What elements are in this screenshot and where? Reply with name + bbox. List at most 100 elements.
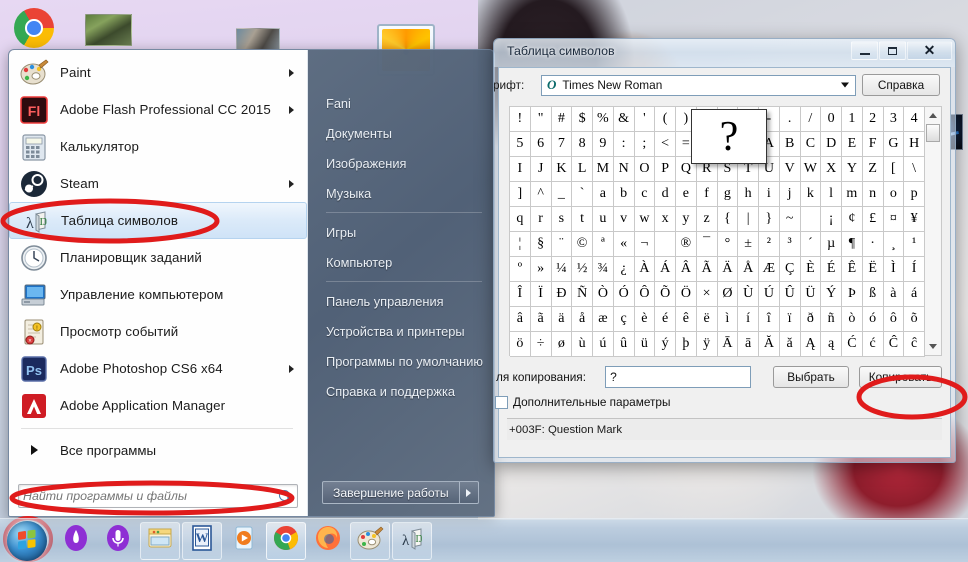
character-cell[interactable]: ' (634, 107, 656, 132)
character-cell[interactable]: ć (862, 332, 884, 357)
character-cell[interactable]: q (510, 207, 531, 232)
taskbar-item-purple-drop[interactable] (56, 522, 96, 560)
character-cell[interactable]: ô (883, 307, 905, 332)
character-grid-scrollbar[interactable] (925, 106, 942, 356)
character-cell[interactable]: ° (717, 232, 739, 257)
character-cell[interactable]: V (779, 157, 801, 182)
character-cell[interactable]: K (551, 157, 573, 182)
character-cell[interactable]: ] (510, 182, 531, 207)
character-cell[interactable]: ß (862, 282, 884, 307)
character-cell[interactable]: s (551, 207, 573, 232)
character-cell[interactable]: ¿ (613, 257, 635, 282)
character-cell[interactable]: ½ (572, 257, 593, 282)
scrollbar-thumb[interactable] (926, 124, 940, 142)
character-cell[interactable]: 4 (904, 107, 925, 132)
character-cell[interactable]: ì (717, 307, 739, 332)
taskbar-item-word[interactable]: W (182, 521, 222, 560)
character-cell[interactable]: _ (551, 182, 573, 207)
character-cell[interactable]: É (821, 257, 842, 282)
character-cell[interactable]: £ (862, 207, 884, 232)
character-cell[interactable]: f (696, 182, 718, 207)
character-cell[interactable]: P (655, 157, 676, 182)
character-cell[interactable]: ¨ (551, 232, 573, 257)
character-cell[interactable]: x (655, 207, 676, 232)
character-cell[interactable]: 6 (530, 132, 552, 157)
character-cell[interactable]: Õ (655, 282, 676, 307)
sidebar-item-calculator[interactable]: Калькулятор (9, 128, 307, 165)
character-cell[interactable]: [ (883, 157, 905, 182)
character-cell[interactable]: © (572, 232, 593, 257)
character-cell[interactable]: ó (862, 307, 884, 332)
character-cell[interactable]: I (510, 157, 531, 182)
character-cell[interactable]: ê (676, 307, 697, 332)
character-cell[interactable]: : (613, 132, 635, 157)
character-cell[interactable]: â (510, 307, 531, 332)
character-cell[interactable]: W (800, 157, 822, 182)
sidebar-item-adobe-application-manager[interactable]: Adobe Application Manager (9, 387, 307, 424)
character-cell[interactable]: ą (821, 332, 842, 357)
character-cell[interactable]: Ø (717, 282, 739, 307)
character-cell[interactable]: ± (738, 232, 759, 257)
character-cell[interactable] (800, 207, 822, 232)
character-cell[interactable]: 3 (883, 107, 905, 132)
character-cell[interactable]: N (613, 157, 635, 182)
all-programs-button[interactable]: Все программы (9, 433, 307, 467)
character-cell[interactable]: Z (862, 157, 884, 182)
character-cell[interactable]: g (717, 182, 739, 207)
character-cell[interactable]: Ò (593, 282, 614, 307)
sidebar-item-computer-management[interactable]: Управление компьютером (9, 276, 307, 313)
character-cell[interactable]: Ù (738, 282, 759, 307)
character-cell[interactable]: ü (634, 332, 656, 357)
character-cell[interactable]: Ç (779, 257, 801, 282)
taskbar-item-paint[interactable] (350, 521, 390, 560)
sidebar-item-steam[interactable]: Steam (9, 165, 307, 202)
character-cell[interactable]: Â (676, 257, 697, 282)
character-cell[interactable]: i (759, 182, 780, 207)
character-cell[interactable]: u (593, 207, 614, 232)
character-cell[interactable]: à (883, 282, 905, 307)
character-cell[interactable]: Ë (862, 257, 884, 282)
character-cell[interactable]: Ô (634, 282, 656, 307)
character-cell[interactable]: ä (551, 307, 573, 332)
character-cell[interactable]: ² (759, 232, 780, 257)
character-cell[interactable]: Ā (717, 332, 739, 357)
character-cell[interactable]: ~ (779, 207, 801, 232)
character-cell[interactable]: Ă (759, 332, 780, 357)
character-cell[interactable]: ¤ (883, 207, 905, 232)
taskbar-item-microphone[interactable] (98, 522, 138, 560)
character-cell[interactable]: " (530, 107, 552, 132)
character-cell[interactable]: Î (510, 282, 531, 307)
character-cell[interactable]: F (862, 132, 884, 157)
character-cell[interactable]: Ã (696, 257, 718, 282)
taskbar-item-media-player[interactable] (224, 522, 264, 560)
character-cell[interactable]: ` (572, 182, 593, 207)
character-cell[interactable]: Ó (613, 282, 635, 307)
character-cell[interactable]: Ð (551, 282, 573, 307)
character-cell[interactable]: Ì (883, 257, 905, 282)
character-cell[interactable]: ù (572, 332, 593, 357)
character-cell[interactable]: p (904, 182, 925, 207)
character-cell[interactable]: $ (572, 107, 593, 132)
character-cell[interactable]: Í (904, 257, 925, 282)
shutdown-button[interactable]: Завершение работы (322, 481, 459, 504)
character-cell[interactable]: ¶ (842, 232, 863, 257)
character-cell[interactable]: G (883, 132, 905, 157)
character-cell[interactable]: 0 (821, 107, 842, 132)
character-cell[interactable]: Ą (800, 332, 822, 357)
character-cell[interactable]: c (634, 182, 656, 207)
checkbox-icon[interactable] (495, 395, 508, 409)
chrome-shortcut-icon[interactable] (14, 8, 54, 48)
character-cell[interactable]: ý (655, 332, 676, 357)
character-cell[interactable]: d (655, 182, 676, 207)
character-cell[interactable]: À (634, 257, 656, 282)
character-cell[interactable]: í (738, 307, 759, 332)
character-cell[interactable]: Ö (676, 282, 697, 307)
character-cell[interactable]: Á (655, 257, 676, 282)
character-cell[interactable]: ð (800, 307, 822, 332)
help-button[interactable]: Справка (862, 74, 940, 96)
character-cell[interactable]: ò (842, 307, 863, 332)
character-cell[interactable]: m (842, 182, 863, 207)
character-cell[interactable]: Y (842, 157, 863, 182)
character-cell[interactable]: Û (779, 282, 801, 307)
character-cell[interactable]: % (593, 107, 614, 132)
